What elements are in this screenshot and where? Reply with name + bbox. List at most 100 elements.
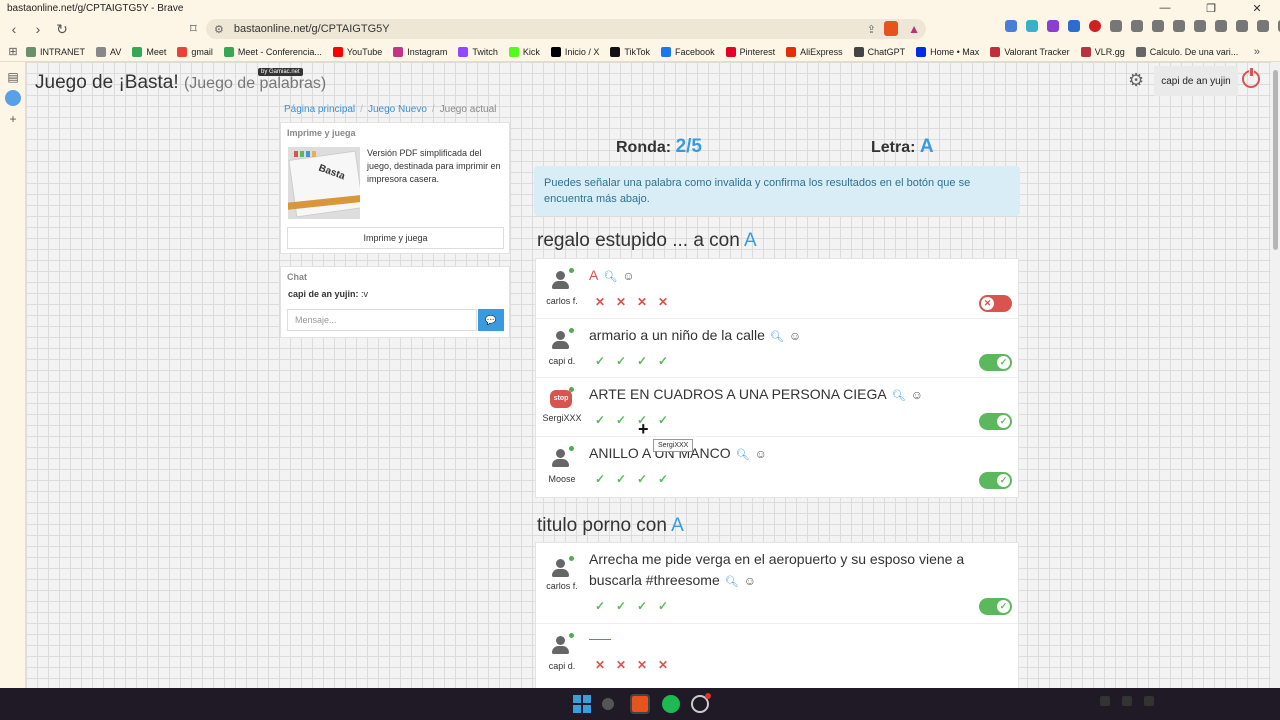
tray-chevron-icon[interactable] xyxy=(1100,696,1110,706)
bookmark-label: Calculo. De una vari... xyxy=(1149,46,1239,57)
minimize-icon[interactable]: — xyxy=(1142,2,1188,15)
bookmark-item[interactable]: Home • Max xyxy=(916,46,979,57)
chat-send-button[interactable]: 💬 xyxy=(478,309,504,331)
network-icon[interactable] xyxy=(1122,696,1132,706)
windows-start-icon[interactable] xyxy=(573,695,591,713)
print-and-play-button[interactable]: Imprime y juega xyxy=(287,227,504,249)
search-icon[interactable]: 🔍︎ xyxy=(603,271,617,283)
player-name: carlos f. xyxy=(546,581,578,591)
bookmark-item[interactable]: AV xyxy=(96,46,121,57)
smiley-icon[interactable]: ☺ xyxy=(622,269,634,283)
validity-toggle[interactable]: ✓ xyxy=(979,413,1012,430)
bookmark-item[interactable]: VLR.gg xyxy=(1080,46,1125,57)
puzzle-icon[interactable] xyxy=(1131,20,1143,32)
online-indicator xyxy=(569,268,574,273)
chat-message-input[interactable] xyxy=(287,309,477,331)
breadcrumb-home-link[interactable]: Página principal xyxy=(284,104,355,115)
extension-icon[interactable] xyxy=(1110,20,1122,32)
player-tooltip: SergiXXX xyxy=(653,439,694,452)
online-indicator xyxy=(569,633,574,638)
sidebar-app-icon[interactable] xyxy=(4,90,21,106)
bookmark-item[interactable]: INTRANET xyxy=(26,46,85,57)
bookmark-item[interactable]: YouTube xyxy=(332,46,382,57)
bookmark-item[interactable]: Twitch xyxy=(458,46,498,57)
scrollbar-thumb[interactable] xyxy=(1273,70,1278,250)
votes: ✓ ✓ ✓ ✓ xyxy=(593,599,670,613)
bookmark-item[interactable]: Kick xyxy=(508,46,540,57)
bookmark-item[interactable]: Inicio / X xyxy=(550,46,599,57)
bookmark-item[interactable]: Calculo. De una vari... xyxy=(1135,46,1239,57)
bookmark-favicon-icon xyxy=(990,46,1001,57)
smiley-icon[interactable]: ☺ xyxy=(911,388,923,402)
taskbar-app-icon[interactable] xyxy=(602,698,614,710)
wallet-icon[interactable] xyxy=(1215,20,1227,32)
breadcrumb-new-game-link[interactable]: Juego Nuevo xyxy=(368,104,427,115)
print-panel-heading: Imprime y juega xyxy=(287,128,356,138)
translate-extension-icon[interactable] xyxy=(1005,20,1017,32)
chat-bubble-icon: 💬 xyxy=(485,314,497,325)
sidebar-icon[interactable] xyxy=(1194,20,1206,32)
extension-icon[interactable] xyxy=(1089,20,1101,32)
bookmark-item[interactable]: Meet - Conferencia... xyxy=(223,46,322,57)
site-settings-icon[interactable]: ⚙ xyxy=(214,23,224,36)
bookmark-item[interactable]: TikTok xyxy=(610,46,650,57)
bookmark-item[interactable]: Pinterest xyxy=(725,46,775,57)
search-icon[interactable]: 🔍︎ xyxy=(736,449,750,461)
sidebar-toggle-icon[interactable]: ▤ xyxy=(0,70,26,84)
vote-invalid-icon: ✕ xyxy=(615,295,627,309)
more-bookmarks-icon[interactable]: » xyxy=(1254,46,1260,58)
smiley-icon[interactable]: ☺ xyxy=(744,574,756,588)
extension-icon[interactable] xyxy=(1026,20,1038,32)
toggle-check-icon: ✓ xyxy=(997,415,1010,428)
back-icon[interactable]: ‹ xyxy=(4,21,24,37)
volume-icon[interactable] xyxy=(1144,696,1154,706)
brave-rewards-icon[interactable]: ▲ xyxy=(908,22,920,36)
apps-grid-icon[interactable]: ⊞ xyxy=(0,45,26,58)
search-icon[interactable]: 🔍︎ xyxy=(892,390,906,402)
share-icon[interactable]: ⇪ xyxy=(867,23,876,36)
url-text[interactable]: bastaonline.net/g/CPTAIGTG5Y xyxy=(234,23,390,35)
bookmark-item[interactable]: AliExpress xyxy=(786,46,843,57)
search-icon[interactable]: 🔍︎ xyxy=(725,576,739,588)
vote-invalid-icon: ✕ xyxy=(615,658,627,672)
smiley-icon[interactable]: ☺ xyxy=(789,329,801,343)
maximize-icon[interactable]: ❐ xyxy=(1188,2,1234,15)
online-indicator xyxy=(569,446,574,451)
screenshot-icon[interactable] xyxy=(1152,20,1164,32)
bookmark-icon[interactable]: ⌑ xyxy=(190,21,197,37)
taskbar-app-icon[interactable] xyxy=(691,693,711,713)
spotify-taskbar-icon[interactable] xyxy=(662,695,680,713)
settings-gear-icon[interactable]: ⚙ xyxy=(1128,70,1144,91)
bookmark-item[interactable]: Facebook xyxy=(661,46,715,57)
bookmark-favicon-icon xyxy=(550,46,561,57)
bookmark-item[interactable]: Meet xyxy=(132,46,166,57)
bookmark-item[interactable]: Instagram xyxy=(393,46,447,57)
bookmark-item[interactable]: gmail xyxy=(177,46,213,57)
download-extension-icon[interactable] xyxy=(1047,20,1059,32)
reload-icon[interactable]: ↻ xyxy=(52,21,72,38)
extension-icon[interactable] xyxy=(1068,20,1080,32)
add-sidebar-item-icon[interactable]: + xyxy=(0,112,26,126)
answer-text-row: armario a un niño de la calle 🔍︎ ☺ xyxy=(589,325,989,348)
validity-toggle[interactable]: ✓ xyxy=(979,598,1012,615)
close-window-icon[interactable]: ✕ xyxy=(1234,2,1280,15)
brave-shields-icon[interactable] xyxy=(884,21,898,36)
leo-icon[interactable] xyxy=(1236,20,1248,32)
logout-power-icon[interactable] xyxy=(1242,68,1260,88)
bookmark-item[interactable]: ChatGPT xyxy=(853,46,905,57)
bookmark-item[interactable]: Valorant Tracker xyxy=(990,46,1070,57)
page-scrollbar[interactable] xyxy=(1271,62,1280,688)
vpn-icon[interactable] xyxy=(1257,20,1269,32)
validity-toggle[interactable]: ✓ xyxy=(979,472,1012,489)
user-menu-button[interactable]: capi de an yujin xyxy=(1154,66,1238,96)
online-indicator xyxy=(569,328,574,333)
music-icon[interactable] xyxy=(1173,20,1185,32)
validity-toggle[interactable]: ✕ xyxy=(979,295,1012,312)
brave-taskbar-icon[interactable] xyxy=(630,694,650,714)
smiley-icon[interactable]: ☺ xyxy=(755,447,767,461)
window-title-bar: bastaonline.net/g/CPTAIGTG5Y - Brave — ❐… xyxy=(0,0,1280,16)
forward-icon[interactable]: › xyxy=(28,21,48,37)
address-bar[interactable]: ⚙ bastaonline.net/g/CPTAIGTG5Y ⇪ ▲ xyxy=(206,19,926,39)
search-icon[interactable]: 🔍︎ xyxy=(770,331,784,343)
validity-toggle[interactable]: ✓ xyxy=(979,354,1012,371)
